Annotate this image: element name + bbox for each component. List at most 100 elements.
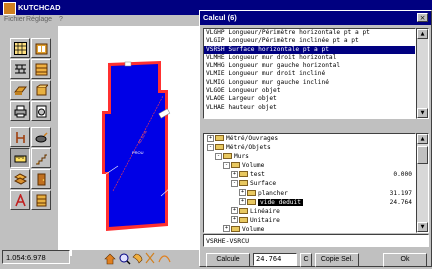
copy-selection-button[interactable]: Copie Sel. bbox=[315, 253, 359, 267]
home-icon[interactable] bbox=[104, 253, 116, 265]
cabinet-icon bbox=[35, 43, 48, 55]
tree-node[interactable]: + Unitaire bbox=[204, 216, 415, 225]
tree-node-label: Volume bbox=[242, 225, 265, 233]
result-field[interactable]: 24.764 bbox=[253, 253, 297, 266]
folder-icon bbox=[239, 171, 248, 178]
arc-icon[interactable] bbox=[158, 255, 171, 263]
dialog-title: Calcul (6) bbox=[203, 13, 237, 22]
tree-node[interactable]: - Surface bbox=[204, 179, 415, 188]
folder-icon bbox=[231, 225, 240, 232]
collapse-icon[interactable]: - bbox=[215, 152, 222, 160]
window-marker bbox=[124, 61, 132, 67]
shelf2-tool-button[interactable] bbox=[31, 190, 51, 210]
drawing-canvas[interactable]: PROU 40.10 m bbox=[58, 26, 208, 256]
calcule-button[interactable]: Calcule bbox=[206, 253, 250, 267]
expand-icon[interactable]: + bbox=[239, 189, 246, 197]
folder-icon bbox=[247, 198, 256, 205]
chair-tool-button[interactable] bbox=[10, 127, 30, 147]
tree-scroll-thumb[interactable] bbox=[417, 146, 428, 164]
command-item[interactable]: VSRSH Surface horizontale pt a pt bbox=[204, 45, 415, 54]
expand-icon[interactable]: + bbox=[231, 207, 238, 215]
tree-node-value: 0.000 bbox=[393, 171, 412, 179]
menu-reglage[interactable]: Réglage bbox=[26, 16, 52, 23]
folder-icon bbox=[239, 207, 248, 214]
tree-node[interactable]: + Volume bbox=[204, 225, 415, 233]
rotate-icon[interactable] bbox=[145, 252, 155, 264]
zoom-icon[interactable] bbox=[119, 253, 129, 263]
tree-node-label: Surface bbox=[250, 180, 277, 188]
clear-button[interactable]: C bbox=[300, 253, 312, 267]
collapse-icon[interactable]: - bbox=[231, 179, 238, 187]
expand-icon[interactable]: + bbox=[207, 134, 214, 142]
tree-node[interactable]: - Volume bbox=[204, 161, 415, 170]
folder-icon bbox=[215, 135, 224, 141]
ok-button[interactable]: Ok bbox=[383, 253, 427, 267]
command-item[interactable]: VLGOE Longueur objet bbox=[204, 87, 415, 95]
tree-node-label: vide deduit bbox=[258, 198, 303, 206]
expand-icon[interactable]: + bbox=[239, 198, 246, 206]
shelf-tool-button[interactable] bbox=[31, 59, 51, 79]
tree-node-label: Volume bbox=[242, 162, 265, 170]
folder-icon bbox=[215, 144, 224, 151]
tree-node[interactable]: + Métré/Ouvrages bbox=[204, 134, 415, 143]
scroll-up-icon[interactable]: ▲ bbox=[417, 29, 428, 39]
floor-plan[interactable]: PROU 40.10 m bbox=[58, 26, 208, 256]
tree-scroll-up-icon[interactable]: ▲ bbox=[417, 134, 428, 144]
expression-field[interactable]: VSRHE-VSRCU bbox=[203, 234, 429, 247]
scroll-down-icon[interactable]: ▼ bbox=[417, 108, 428, 118]
room-floor[interactable] bbox=[105, 64, 165, 227]
command-item[interactable]: VLMIG Longueur mur gauche incliné bbox=[204, 79, 415, 87]
tree-node-label: Métré/Objets bbox=[226, 144, 271, 152]
box-tool-button[interactable] bbox=[31, 80, 51, 100]
tree-node[interactable]: + vide deduit 24.764 bbox=[204, 198, 415, 207]
close-button[interactable]: × bbox=[417, 13, 428, 22]
wall-icon bbox=[15, 64, 26, 74]
shelf-icon bbox=[35, 63, 48, 76]
command-item[interactable]: VLMIE Longueur mur droit incliné bbox=[204, 70, 415, 78]
metre-tree[interactable]: + Métré/Ouvrages - Métré/Objets - Murs - Volume… bbox=[203, 133, 416, 233]
tree-scroll-down-icon[interactable]: ▼ bbox=[417, 222, 428, 232]
collapse-icon[interactable]: - bbox=[223, 161, 230, 169]
tree-node-label: Unitaire bbox=[250, 216, 280, 224]
tree-node[interactable]: + test 0.000 bbox=[204, 170, 415, 179]
door-tool-button[interactable] bbox=[31, 169, 51, 189]
menu-help[interactable]: ? bbox=[59, 16, 63, 23]
pan-hand-icon[interactable] bbox=[132, 253, 143, 264]
stairs-icon bbox=[36, 154, 47, 165]
tiles-tool-button[interactable] bbox=[10, 169, 30, 189]
text-tool-button[interactable] bbox=[10, 190, 30, 210]
cooking-tool-button[interactable] bbox=[31, 127, 51, 147]
expand-icon[interactable]: + bbox=[223, 225, 230, 232]
command-list[interactable]: VLGHP Longueur/Périmètre horizontale pt … bbox=[203, 28, 416, 119]
grid-tool-button[interactable] bbox=[10, 38, 30, 58]
measure-tool-button[interactable] bbox=[10, 148, 30, 168]
box-icon bbox=[36, 84, 48, 96]
appliance-tool-button[interactable] bbox=[31, 101, 51, 121]
menu-bar: Fichier Réglage ? bbox=[0, 15, 210, 25]
room-label: PROU bbox=[132, 150, 144, 155]
command-item[interactable]: VLHAE hauteur objet bbox=[204, 104, 415, 112]
expand-icon[interactable]: + bbox=[231, 170, 238, 178]
tree-node[interactable]: - Métré/Objets bbox=[204, 143, 415, 152]
dialog-title-bar[interactable]: Calcul (6) × bbox=[200, 11, 431, 25]
menu-fichier[interactable]: Fichier bbox=[4, 16, 25, 23]
tree-scrollbar[interactable]: ▲ ▼ bbox=[416, 133, 429, 233]
worktop-tool-button[interactable] bbox=[10, 80, 30, 100]
expand-icon[interactable]: + bbox=[231, 216, 238, 224]
calcul-dialog: Calcul (6) × VLGHP Longueur/Périmètre ho… bbox=[199, 10, 432, 267]
door-icon bbox=[37, 173, 46, 186]
wall-tool-button[interactable] bbox=[10, 59, 30, 79]
tree-node-value: 31.197 bbox=[389, 189, 412, 197]
print-tool-button[interactable] bbox=[10, 101, 30, 121]
tree-node[interactable]: + Linéaire bbox=[204, 207, 415, 216]
command-item[interactable]: VLGIP Longueur/Périmètre inclinée pt a p… bbox=[204, 37, 415, 45]
cabinet-tool-button[interactable] bbox=[31, 38, 51, 58]
tree-node[interactable]: + plancher 31.197 bbox=[204, 189, 415, 198]
command-item[interactable]: VLAOE Largeur objet bbox=[204, 95, 415, 103]
command-list-scrollbar[interactable]: ▲ ▼ bbox=[416, 28, 429, 119]
tree-node-label: Métré/Ouvrages bbox=[226, 135, 279, 142]
collapse-icon[interactable]: - bbox=[207, 143, 214, 151]
command-item[interactable]: VLMHE Longueur mur droit horizontal bbox=[204, 54, 415, 62]
stairs-tool-button[interactable] bbox=[31, 148, 51, 168]
tree-node[interactable]: - Murs bbox=[204, 152, 415, 161]
